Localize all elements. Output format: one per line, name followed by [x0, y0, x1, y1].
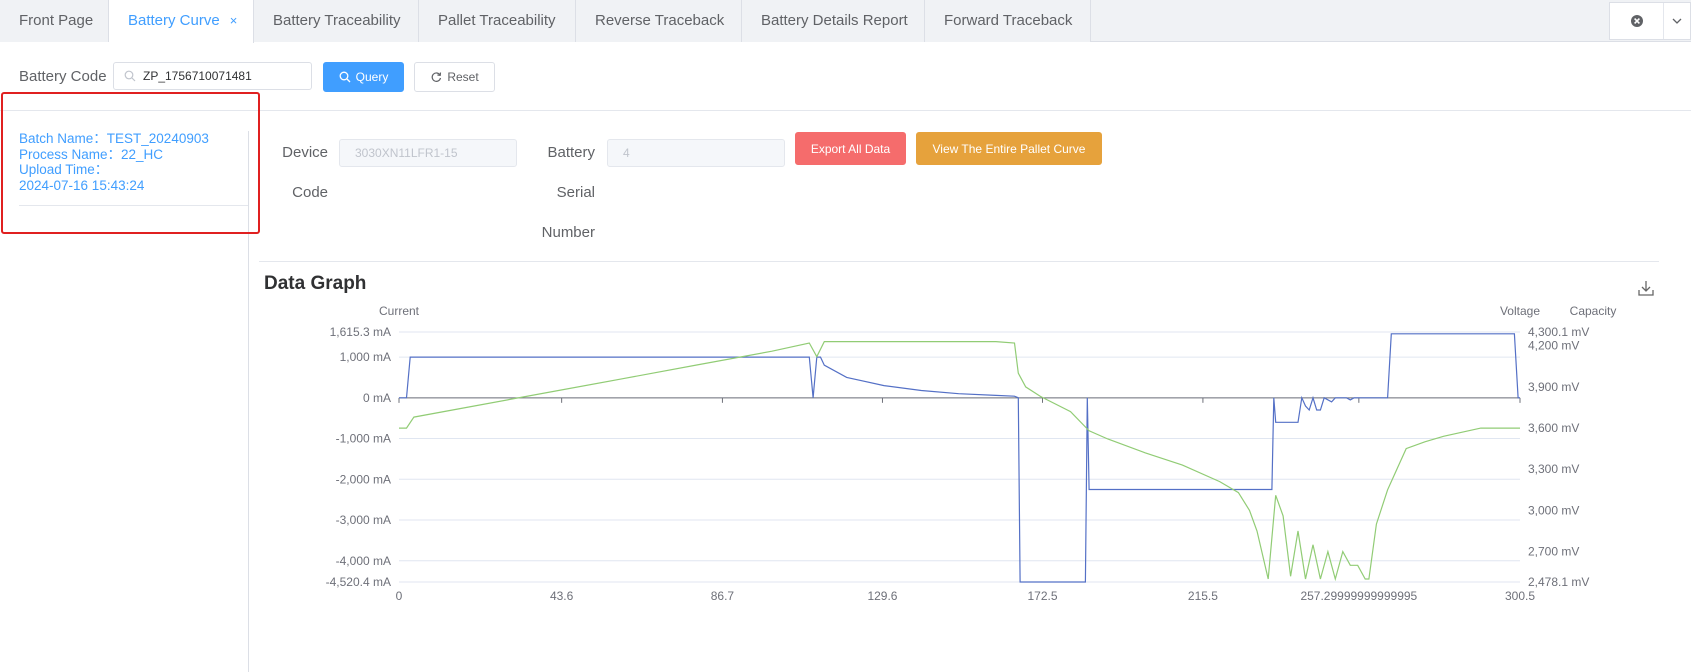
- tab-pallet-traceability[interactable]: Pallet Traceability: [419, 0, 576, 42]
- tab-forward-traceback[interactable]: Forward Traceback: [925, 0, 1091, 42]
- export-all-data-button[interactable]: Export All Data: [795, 132, 906, 165]
- y-left-tick-label: 0 mA: [363, 391, 391, 405]
- close-all-tabs-button[interactable]: [1610, 3, 1664, 39]
- x-tick-label: 215.5: [1188, 589, 1218, 603]
- y-left-tick-label: -4,520.4 mA: [326, 575, 391, 589]
- query-button[interactable]: Query: [323, 62, 404, 92]
- y-left-tick-label: 1,615.3 mA: [330, 325, 391, 339]
- reset-button[interactable]: Reset: [414, 62, 495, 92]
- tab-battery-details-report[interactable]: Battery Details Report: [742, 0, 925, 42]
- y-right-tick-label: 3,300 mV: [1528, 462, 1579, 476]
- close-icon[interactable]: ×: [230, 13, 238, 28]
- y-right-tick-label: 4,200 mV: [1528, 339, 1579, 353]
- y-axis-name-voltage: Voltage: [1500, 304, 1540, 318]
- series-line-voltage: [399, 340, 1520, 582]
- device-code-value: 3030XN11LFR1-15: [355, 146, 458, 160]
- x-tick-label: 257.29999999999995: [1300, 589, 1417, 603]
- tab-label: Battery Curve: [128, 12, 220, 29]
- battery-serial-label-line1: Battery: [547, 144, 595, 161]
- view-pallet-label: View The Entire Pallet Curve: [932, 141, 1086, 156]
- x-tick-label: 129.6: [867, 589, 897, 603]
- y-right-tick-label: 2,478.1 mV: [1528, 575, 1589, 589]
- tab-battery-curve[interactable]: Battery Curve ×: [109, 0, 254, 43]
- battery-code-label: Battery Code: [19, 68, 107, 85]
- tab-controls: [1609, 2, 1691, 40]
- y-left-tick-label: -4,000 mA: [336, 554, 391, 568]
- tab-label: Pallet Traceability: [438, 12, 556, 29]
- series-line-current: [399, 333, 1520, 583]
- search-icon: [339, 71, 351, 83]
- graph-title: Data Graph: [264, 273, 367, 294]
- battery-serial-input[interactable]: 4: [607, 139, 785, 167]
- battery-code-input[interactable]: ZP_1756710071481: [113, 62, 312, 90]
- data-graph-chart: 1,615.3 mA 1,000 mA 0 mA -1,000 mA -2,000 mA…: [326, 304, 1617, 603]
- tab-label: Front Page: [19, 12, 94, 29]
- tab-dropdown-button[interactable]: [1664, 3, 1690, 39]
- y-right-tick-label: 3,900 mV: [1528, 380, 1579, 394]
- y-left-tick-label: -2,000 mA: [336, 472, 391, 486]
- y-axis-name-capacity: Capacity: [1570, 304, 1617, 318]
- device-code-input[interactable]: 3030XN11LFR1-15: [339, 139, 517, 167]
- tab-label: Battery Traceability: [273, 12, 401, 29]
- tab-label: Forward Traceback: [944, 12, 1073, 29]
- battery-serial-label-line2: Serial: [556, 184, 595, 201]
- x-tick-label: 0: [396, 589, 403, 603]
- export-label: Export All Data: [810, 141, 891, 156]
- battery-code-value: ZP_1756710071481: [143, 69, 252, 83]
- highlight-box: [1, 92, 260, 234]
- x-tick-label: 43.6: [550, 589, 574, 603]
- x-tick-label: 86.7: [711, 589, 735, 603]
- device-code-label-line2: Code: [292, 184, 328, 201]
- circle-close-icon: [1630, 15, 1643, 27]
- reset-label: Reset: [447, 70, 479, 84]
- y-axis-name-current: Current: [379, 304, 420, 318]
- y-right-tick-label: 3,600 mV: [1528, 421, 1579, 435]
- y-left-tick-label: -1,000 mA: [336, 432, 391, 446]
- tab-label: Battery Details Report: [761, 12, 908, 29]
- query-label: Query: [355, 70, 389, 84]
- form-divider: [259, 261, 1659, 262]
- tab-reverse-traceback[interactable]: Reverse Traceback: [576, 0, 742, 42]
- tab-battery-traceability[interactable]: Battery Traceability: [254, 0, 419, 42]
- y-right-tick-label: 3,000 mV: [1528, 503, 1579, 517]
- tab-label: Reverse Traceback: [595, 12, 725, 29]
- chevron-down-icon: [1672, 18, 1682, 24]
- refresh-icon: [431, 72, 442, 82]
- y-left-tick-label: -3,000 mA: [336, 513, 391, 527]
- battery-serial-label-line3: Number: [541, 224, 595, 241]
- x-tick-label: 300.5: [1505, 589, 1535, 603]
- y-right-tick-label: 4,300.1 mV: [1528, 325, 1589, 339]
- x-tick-label: 172.5: [1027, 589, 1057, 603]
- view-entire-pallet-curve-button[interactable]: View The Entire Pallet Curve: [916, 132, 1102, 165]
- search-icon: [124, 70, 136, 82]
- y-left-tick-label: 1,000 mA: [340, 350, 391, 364]
- battery-serial-value: 4: [623, 146, 630, 160]
- tab-front-page[interactable]: Front Page: [0, 0, 109, 42]
- y-right-tick-label: 2,700 mV: [1528, 545, 1579, 559]
- device-code-label-line1: Device: [282, 144, 328, 161]
- tab-bar: Front Page Battery Curve × Battery Tracea…: [0, 0, 1691, 43]
